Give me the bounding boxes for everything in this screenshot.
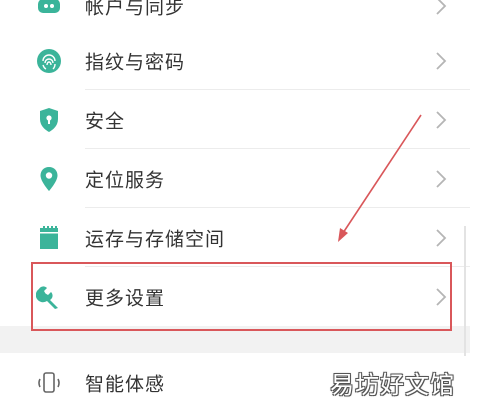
settings-item-label: 帐户与同步 <box>85 0 186 18</box>
fingerprint-icon <box>34 46 64 76</box>
watermark: 易坊好文馆 <box>330 371 455 399</box>
settings-item-account-sync[interactable]: 帐户与同步 <box>0 0 470 35</box>
settings-item-label: 定位服务 <box>85 169 166 191</box>
settings-item-storage[interactable]: 运存与存储空间 <box>0 208 470 267</box>
settings-item-security[interactable]: 安全 <box>0 90 470 149</box>
scroll-edge <box>464 226 466 356</box>
settings-item-label: 指纹与密码 <box>85 51 186 73</box>
chevron-right-icon <box>436 0 447 15</box>
section-separator <box>0 326 470 353</box>
wrench-icon <box>34 282 64 312</box>
settings-item-label: 运存与存储空间 <box>85 228 226 250</box>
phone-motion-icon <box>34 368 64 398</box>
settings-item-label: 更多设置 <box>85 287 166 309</box>
sd-card-icon <box>34 223 64 253</box>
shield-icon <box>34 105 64 135</box>
chevron-right-icon <box>436 169 447 188</box>
location-pin-icon <box>34 164 64 194</box>
chevron-right-icon <box>436 110 447 129</box>
cloud-sync-icon <box>34 0 64 21</box>
settings-item-label: 安全 <box>85 110 126 132</box>
chevron-right-icon <box>436 228 447 247</box>
settings-item-more-settings[interactable]: 更多设置 <box>0 267 470 326</box>
settings-screen: 帐户与同步 指纹与密码 安全 定位服务 运存与存储空间 更多设置 智能体感 易坊… <box>0 0 479 412</box>
chevron-right-icon <box>436 51 447 70</box>
settings-item-location[interactable]: 定位服务 <box>0 149 470 208</box>
settings-item-label: 智能体感 <box>85 373 166 395</box>
chevron-right-icon <box>436 287 447 306</box>
settings-item-fingerprint-password[interactable]: 指纹与密码 <box>0 31 470 90</box>
